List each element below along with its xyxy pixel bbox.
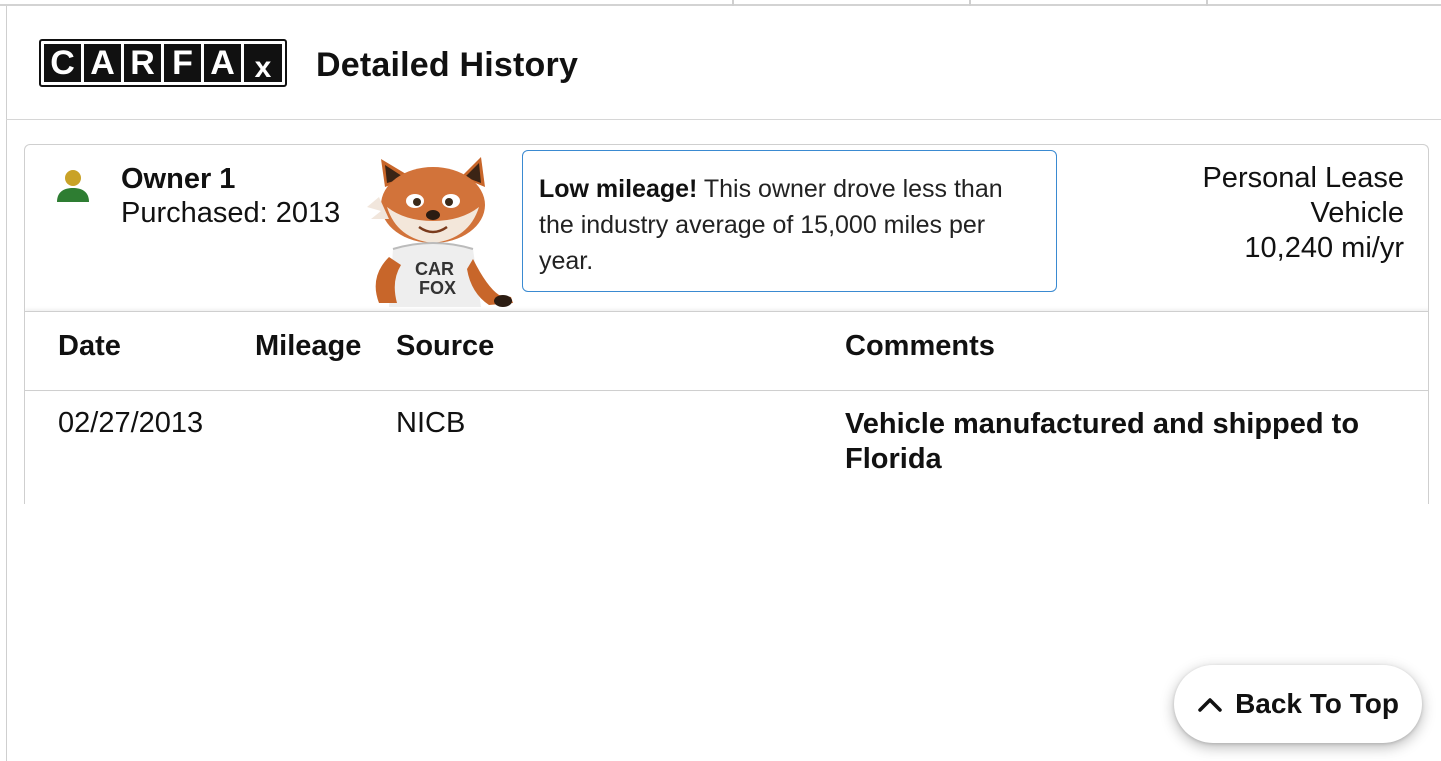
person-icon: [57, 170, 89, 202]
column-header-comments: Comments: [845, 330, 995, 362]
cell-date: 02/27/2013: [58, 407, 204, 439]
report-header: C A R F A x Detailed History: [6, 6, 1441, 120]
logo-letter: A: [204, 44, 241, 82]
owner-name: Owner 1: [121, 163, 236, 195]
chevron-up-icon: [1198, 698, 1222, 712]
column-header-mileage: Mileage: [255, 330, 362, 362]
page-title: Detailed History: [316, 46, 579, 84]
cell-comments: Vehicle manufactured and shipped to Flor…: [845, 408, 1360, 475]
mascot-shirt-text: CAR: [415, 259, 454, 279]
callout-highlight: Low mileage!: [539, 175, 698, 203]
logo-letter: C: [44, 44, 81, 82]
column-header-date: Date: [58, 330, 121, 362]
lease-type-line2: Vehicle: [1310, 197, 1404, 229]
mascot-shirt-text: FOX: [419, 278, 456, 298]
logo-letter: F: [164, 44, 201, 82]
owner-purchased: Purchased: 2013: [121, 197, 341, 229]
carfax-logo[interactable]: C A R F A x: [39, 39, 287, 87]
page: C A R F A x Detailed History Owner 1 Pur…: [0, 0, 1441, 761]
logo-letter: x: [244, 44, 282, 82]
column-header-source: Source: [396, 330, 495, 362]
owner-history-card: Owner 1 Purchased: 2013 CAR FOX Low mile…: [24, 144, 1429, 504]
lease-info: Personal Lease Vehicle 10,240 mi/yr: [1104, 161, 1404, 266]
history-table-header: Date Mileage Source Comments: [25, 311, 1428, 391]
cell-source: NICB: [396, 407, 466, 439]
logo-letter: A: [84, 44, 121, 82]
carfox-mascot-image: CAR FOX: [367, 157, 513, 307]
low-mileage-callout: Low mileage! This owner drove less than …: [522, 150, 1057, 292]
back-to-top-label: Back To Top: [1235, 688, 1399, 719]
table-row: 02/27/2013 NICB Vehicle manufactured and…: [25, 391, 1428, 501]
lease-type-line1: Personal Lease: [1202, 162, 1404, 194]
logo-letter: R: [124, 44, 161, 82]
back-to-top-button[interactable]: Back To Top: [1174, 665, 1422, 743]
lease-mileage: 10,240 mi/yr: [1244, 232, 1404, 264]
